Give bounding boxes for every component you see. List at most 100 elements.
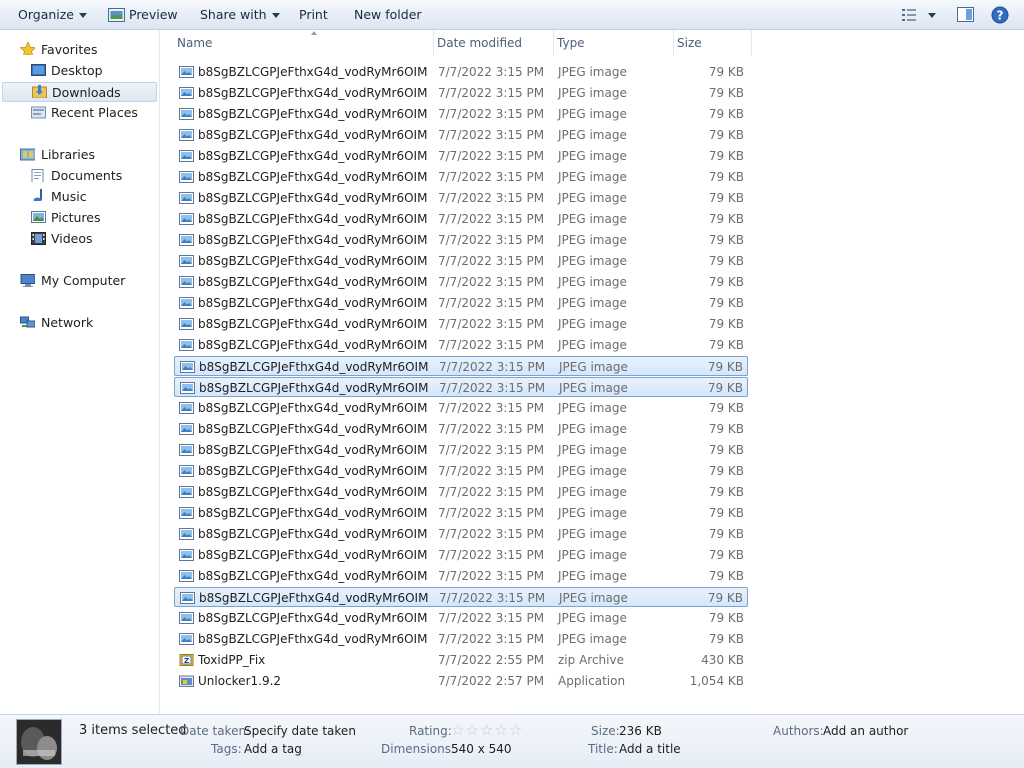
dimensions-label: Dimensions: [381,742,456,756]
file-type: JPEG image [558,86,627,100]
desktop-icon [31,64,46,76]
file-row[interactable]: b8SgBZLCGPJeFthxG4d_vodRyMr6OIMLe... 7/7/… [174,293,748,313]
share-with-button[interactable]: Share with [200,0,280,30]
file-type: JPEG image [558,191,627,205]
rating-star-icon[interactable]: ☆ [451,723,464,738]
file-row[interactable]: b8SgBZLCGPJeFthxG4d_vodRyMr6OIMLe... 7/7/… [174,314,748,334]
organize-button[interactable]: Organize [18,0,87,30]
nav-music[interactable]: Music [0,187,156,207]
jpeg-file-icon [179,423,194,435]
help-icon[interactable]: ? [991,6,1009,24]
file-date-modified: 7/7/2022 3:15 PM [438,212,545,226]
file-size: 79 KB [708,569,744,583]
nav-documents[interactable]: Documents [0,166,156,186]
authors-value[interactable]: Add an author [823,724,908,738]
tags-value[interactable]: Add a tag [244,742,302,756]
file-row[interactable]: b8SgBZLCGPJeFthxG4d_vodRyMr6OIMLe... 7/7/… [174,398,748,418]
file-row[interactable]: b8SgBZLCGPJeFthxG4d_vodRyMr6OIMLe... 7/7/… [174,587,748,607]
jpeg-file-icon [179,255,194,267]
file-name: ToxidPP_Fix [198,653,266,667]
preview-button[interactable]: Preview [108,0,178,30]
zip-archive-icon: Z [179,654,194,666]
file-row[interactable]: b8SgBZLCGPJeFthxG4d_vodRyMr6OIMLe... 7/7/… [174,419,748,439]
file-size: 79 KB [708,611,744,625]
nav-favorites[interactable]: Favorites [0,40,156,60]
file-row[interactable]: b8SgBZLCGPJeFthxG4d_vodRyMr6OIMLe... 7/7/… [174,608,748,628]
file-row[interactable]: b8SgBZLCGPJeFthxG4d_vodRyMr6OIMLe... 7/7/… [174,146,748,166]
rating-star-icon[interactable]: ☆ [465,723,478,738]
file-row[interactable]: b8SgBZLCGPJeFthxG4d_vodRyMr6OIMLe... 7/7/… [174,188,748,208]
column-header-size[interactable]: Size [674,30,752,56]
rating-star-icon[interactable]: ☆ [494,723,507,738]
file-type: JPEG image [558,401,627,415]
file-row[interactable]: b8SgBZLCGPJeFthxG4d_vodRyMr6OIMLe... 7/7/… [174,545,748,565]
file-name: b8SgBZLCGPJeFthxG4d_vodRyMr6OIMLe... [198,128,428,142]
file-name: b8SgBZLCGPJeFthxG4d_vodRyMr6OIMLe... [199,360,429,374]
file-row[interactable]: b8SgBZLCGPJeFthxG4d_vodRyMr6OIMLe... 7/7/… [174,230,748,250]
nav-recent-places[interactable]: Recent Places [0,103,156,123]
file-size: 1,054 KB [689,674,744,688]
rating-stars[interactable]: ☆☆☆☆☆ [451,723,523,738]
file-type: JPEG image [558,338,627,352]
file-row[interactable]: b8SgBZLCGPJeFthxG4d_vodRyMr6OIMLe... 7/7/… [174,503,748,523]
file-row[interactable]: Z ToxidPP_Fix 7/7/2022 2:55 PM zip Archive 4… [174,650,748,670]
file-size: 79 KB [708,275,744,289]
date-taken-value[interactable]: Specify date taken [244,724,356,738]
file-row[interactable]: b8SgBZLCGPJeFthxG4d_vodRyMr6OIMLe... 7/7/… [174,566,748,586]
file-type: JPEG image [558,149,627,163]
file-size: 79 KB [708,443,744,457]
file-date-modified: 7/7/2022 3:15 PM [438,254,545,268]
file-size: 79 KB [708,170,744,184]
nav-desktop[interactable]: Desktop [0,61,156,81]
nav-libraries[interactable]: Libraries [0,145,156,165]
jpeg-file-icon [179,633,194,645]
file-row[interactable]: b8SgBZLCGPJeFthxG4d_vodRyMr6OIMLe... 7/7/… [174,335,748,355]
preview-pane-icon[interactable] [957,7,974,22]
nav-network[interactable]: Network [0,313,156,333]
new-folder-button[interactable]: New folder [354,0,422,30]
file-row[interactable]: b8SgBZLCGPJeFthxG4d_vodRyMr6OIMLe... 7/7/… [174,251,748,271]
column-header-name[interactable]: Name [174,30,434,56]
file-row[interactable]: b8SgBZLCGPJeFthxG4d_vodRyMr6OIMLe... 7/7/… [174,377,748,397]
view-options-icon[interactable] [901,8,917,22]
file-name: b8SgBZLCGPJeFthxG4d_vodRyMr6OIMLe... [198,170,428,184]
authors-label: Authors: [773,724,824,738]
file-type: JPEG image [559,381,628,395]
file-row[interactable]: b8SgBZLCGPJeFthxG4d_vodRyMr6OIMLe... 7/7/… [174,83,748,103]
nav-pictures[interactable]: Pictures [0,208,156,228]
jpeg-file-icon [179,171,194,183]
file-row[interactable]: b8SgBZLCGPJeFthxG4d_vodRyMr6OIMLe... 7/7/… [174,629,748,649]
nav-videos[interactable]: Videos [0,229,156,249]
file-size: 430 KB [701,653,744,667]
file-row[interactable]: b8SgBZLCGPJeFthxG4d_vodRyMr6OIMLe... 7/7/… [174,482,748,502]
print-button[interactable]: Print [299,0,328,30]
file-row[interactable]: b8SgBZLCGPJeFthxG4d_vodRyMr6OIMLe... 7/7/… [174,440,748,460]
file-row[interactable]: b8SgBZLCGPJeFthxG4d_vodRyMr6OIMLe... 7/7/… [174,209,748,229]
nav-downloads[interactable]: Downloads [2,82,157,102]
nav-my-computer[interactable]: My Computer [0,271,156,291]
file-type: JPEG image [558,254,627,268]
file-name: b8SgBZLCGPJeFthxG4d_vodRyMr6OIMLe... [198,296,428,310]
rating-star-icon[interactable]: ☆ [480,723,493,738]
details-pane: 3 items selected Date taken: Specify dat… [0,714,1024,768]
file-type: JPEG image [558,422,627,436]
file-name: b8SgBZLCGPJeFthxG4d_vodRyMr6OIMLe... [198,191,428,205]
rating-star-icon[interactable]: ☆ [509,723,522,738]
file-row[interactable]: b8SgBZLCGPJeFthxG4d_vodRyMr6OIMLe... 7/7/… [174,167,748,187]
file-row[interactable]: b8SgBZLCGPJeFthxG4d_vodRyMr6OIMLe... 7/7/… [174,104,748,124]
view-dropdown-chevron-icon[interactable] [928,13,936,18]
file-row[interactable]: b8SgBZLCGPJeFthxG4d_vodRyMr6OIMLe... 7/7/… [174,125,748,145]
column-header-date-modified[interactable]: Date modified [434,30,554,56]
file-row[interactable]: Unlocker1.9.2 7/7/2022 2:57 PM Application… [174,671,748,691]
file-row[interactable]: b8SgBZLCGPJeFthxG4d_vodRyMr6OIMLe... 7/7/… [174,62,748,82]
jpeg-file-icon [179,339,194,351]
file-row[interactable]: b8SgBZLCGPJeFthxG4d_vodRyMr6OIMLe... 7/7/… [174,356,748,376]
file-row[interactable]: b8SgBZLCGPJeFthxG4d_vodRyMr6OIMLe... 7/7/… [174,524,748,544]
file-row[interactable]: b8SgBZLCGPJeFthxG4d_vodRyMr6OIMLe... 7/7/… [174,461,748,481]
title-value[interactable]: Add a title [619,742,681,756]
file-date-modified: 7/7/2022 3:15 PM [438,548,545,562]
column-header-type[interactable]: Type [554,30,674,56]
jpeg-file-icon [180,382,195,394]
file-row[interactable]: b8SgBZLCGPJeFthxG4d_vodRyMr6OIMLe... 7/7/… [174,272,748,292]
jpeg-file-icon [179,129,194,141]
